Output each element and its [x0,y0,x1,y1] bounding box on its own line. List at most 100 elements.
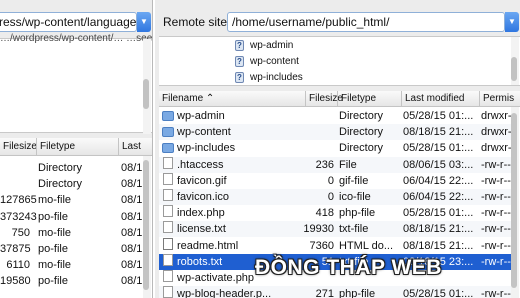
permissions: drwxr- [481,110,512,122]
chevron-down-icon: ▼ [508,17,516,26]
permissions: -rw-r-- [481,255,511,268]
file-type: po-file [38,275,68,288]
tree-item-wp-content[interactable]: ? wp-content [235,54,299,70]
local-path-input[interactable]: ress/wp-content/languages [0,12,137,32]
remote-list-scroll-thumb[interactable] [511,113,517,288]
list-item[interactable]: 19580 po-file 08/1 [0,273,144,289]
table-row[interactable]: .htaccess 236 File 08/06/15 03:... -rw-r-- [159,156,511,173]
list-item[interactable]: 37875 po-file 08/1 [0,241,144,257]
local-tree-scrollbar[interactable] [143,39,151,134]
last-modified: 08/18/15 21:... [403,239,474,252]
file-size: 236 [315,158,334,171]
column-header-last-modified[interactable]: Last [118,138,141,156]
file-size: 6110 [6,259,30,272]
tree-item-label: wp-content [250,56,299,67]
local-directory-tree[interactable]: …/wordpress/wp-content/… …seedeeds… [0,33,152,134]
file-icon [163,286,173,298]
file-icon [163,221,173,234]
column-header-last-modified[interactable]: Last modified [401,91,464,107]
last-modified: 08/18/15 21:... [403,126,474,139]
list-item[interactable]: 750 mo-file 08/1 [0,225,144,241]
file-type: po-file [38,243,68,255]
column-header-permissions[interactable]: Permis [479,91,514,107]
last-modified: 06/04/15 22:... [403,191,474,203]
column-header-filetype[interactable]: Filetype [36,138,75,156]
file-size: 19580 [0,275,31,288]
tree-item-wp-includes[interactable]: ? wp-includes [235,70,303,86]
local-path-dropdown-button[interactable]: ▼ [137,12,151,32]
table-row[interactable]: license.txt 19930 txt-file 08/18/15 21:... -… [159,221,511,238]
table-row[interactable]: favicon.gif 0 gif-file 06/04/15 22:... -rw-r… [159,172,511,189]
remote-tree-scrollbar[interactable] [511,37,519,85]
tree-item-wp-admin[interactable]: ? wp-admin [235,38,293,54]
file-type: Directory [339,142,384,155]
file-size: 37875 [0,243,31,255]
file-type: File [339,158,357,171]
remote-tree-scroll-thumb[interactable] [511,57,517,81]
local-list-scroll-thumb[interactable] [143,160,149,290]
file-type: po-file [38,210,68,223]
file-icon [163,270,173,282]
remote-site-pane: Remote site: /home/username/public_html/… [155,0,520,298]
remote-list-header: Filename ⌃ Filesize Filetype Last modifi… [159,91,520,107]
file-type: mo-file [38,259,72,272]
file-type: Directory [38,162,83,174]
file-size: 0 [327,191,334,203]
file-type: Directory [38,178,83,191]
tree-item-label: wp-includes [250,72,303,83]
permissions: -rw-r-- [481,158,511,171]
list-item[interactable]: 127865 mo-file 08/1 [0,192,144,208]
last-modified: 08/1 [121,210,143,223]
file-size: 7360 [309,239,334,252]
remote-directory-tree[interactable]: ? wp-admin ? wp-content ? wp-includes [159,36,520,86]
file-size: 19930 [303,223,334,236]
table-row[interactable]: wp-admin Directory 05/28/15 01:... drwxr- [159,108,512,124]
file-icon [163,189,173,201]
last-modified: 06/04/15 22:... [403,174,474,187]
file-size: 418 [315,207,334,220]
permissions: -rw-r-- [481,223,511,236]
list-item[interactable]: Directory 08/1 [0,176,144,192]
remote-site-label: Remote site: [163,15,231,29]
list-item[interactable]: 6110 mo-file 08/1 [0,257,144,273]
file-name: wp-admin [177,110,225,122]
remote-list-scrollbar[interactable] [511,107,519,298]
local-site-pane: ress/wp-content/languages ▼ …/wordpress/… [0,0,153,298]
file-type: Directory [339,126,384,139]
file-icon [163,172,173,185]
column-header-filename[interactable]: Filename ⌃ [159,91,214,107]
last-modified: 08/1 [121,178,143,191]
file-name: favicon.ico [177,191,229,203]
file-name: wp-blog-header.p... [177,288,272,298]
file-icon [163,253,173,266]
tree-item-label: wp-admin [250,40,294,51]
table-row[interactable]: favicon.ico 0 ico-file 06/04/15 22:... -rw-r… [159,189,511,205]
table-row[interactable]: index.php 418 php-file 05/28/15 01:... -rw-r… [159,205,511,221]
list-item[interactable]: Directory 08/1 [0,160,144,176]
remote-path-input[interactable]: /home/username/public_html/ [227,12,505,32]
table-row[interactable]: wp-blog-header.p... 271 php-file 05/28/15 0… [159,286,511,298]
column-header-filetype[interactable]: Filetype [337,91,376,107]
file-type: Directory [339,110,384,122]
file-name: wp-content [177,126,231,139]
table-row[interactable]: wp-content Directory 08/18/15 21:... drwxr- [159,124,512,141]
local-tree-scroll-thumb[interactable] [143,79,149,109]
list-item[interactable]: 373243 po-file 08/1 [0,209,144,225]
last-modified: 05/28/15 01:... [403,142,474,155]
local-file-list: Filesize Filetype Last Directory 08/1 Dire… [0,138,152,298]
last-modified: 05/28/15 01:... [403,207,474,220]
last-modified: 08/1 [121,226,143,239]
remote-path-dropdown-button[interactable]: ▼ [505,12,519,32]
last-modified: 08/1 [121,162,143,174]
file-size: 271 [315,288,334,298]
local-list-scrollbar[interactable] [143,156,151,298]
last-modified: 08/06/15 03:... [403,158,474,171]
file-type: HTML do... [339,239,393,252]
last-modified: 08/18/15 21:... [403,223,474,236]
table-row[interactable]: wp-includes Directory 05/28/15 01:... drwxr… [159,140,512,156]
chevron-down-icon: ▼ [140,17,148,26]
permissions: -rw-r-- [481,239,511,252]
column-header-filesize[interactable]: Filesize [0,138,37,156]
table-row[interactable]: readme.html 7360 HTML do... 08/18/15 21:...… [159,237,511,254]
folder-icon [162,111,174,121]
